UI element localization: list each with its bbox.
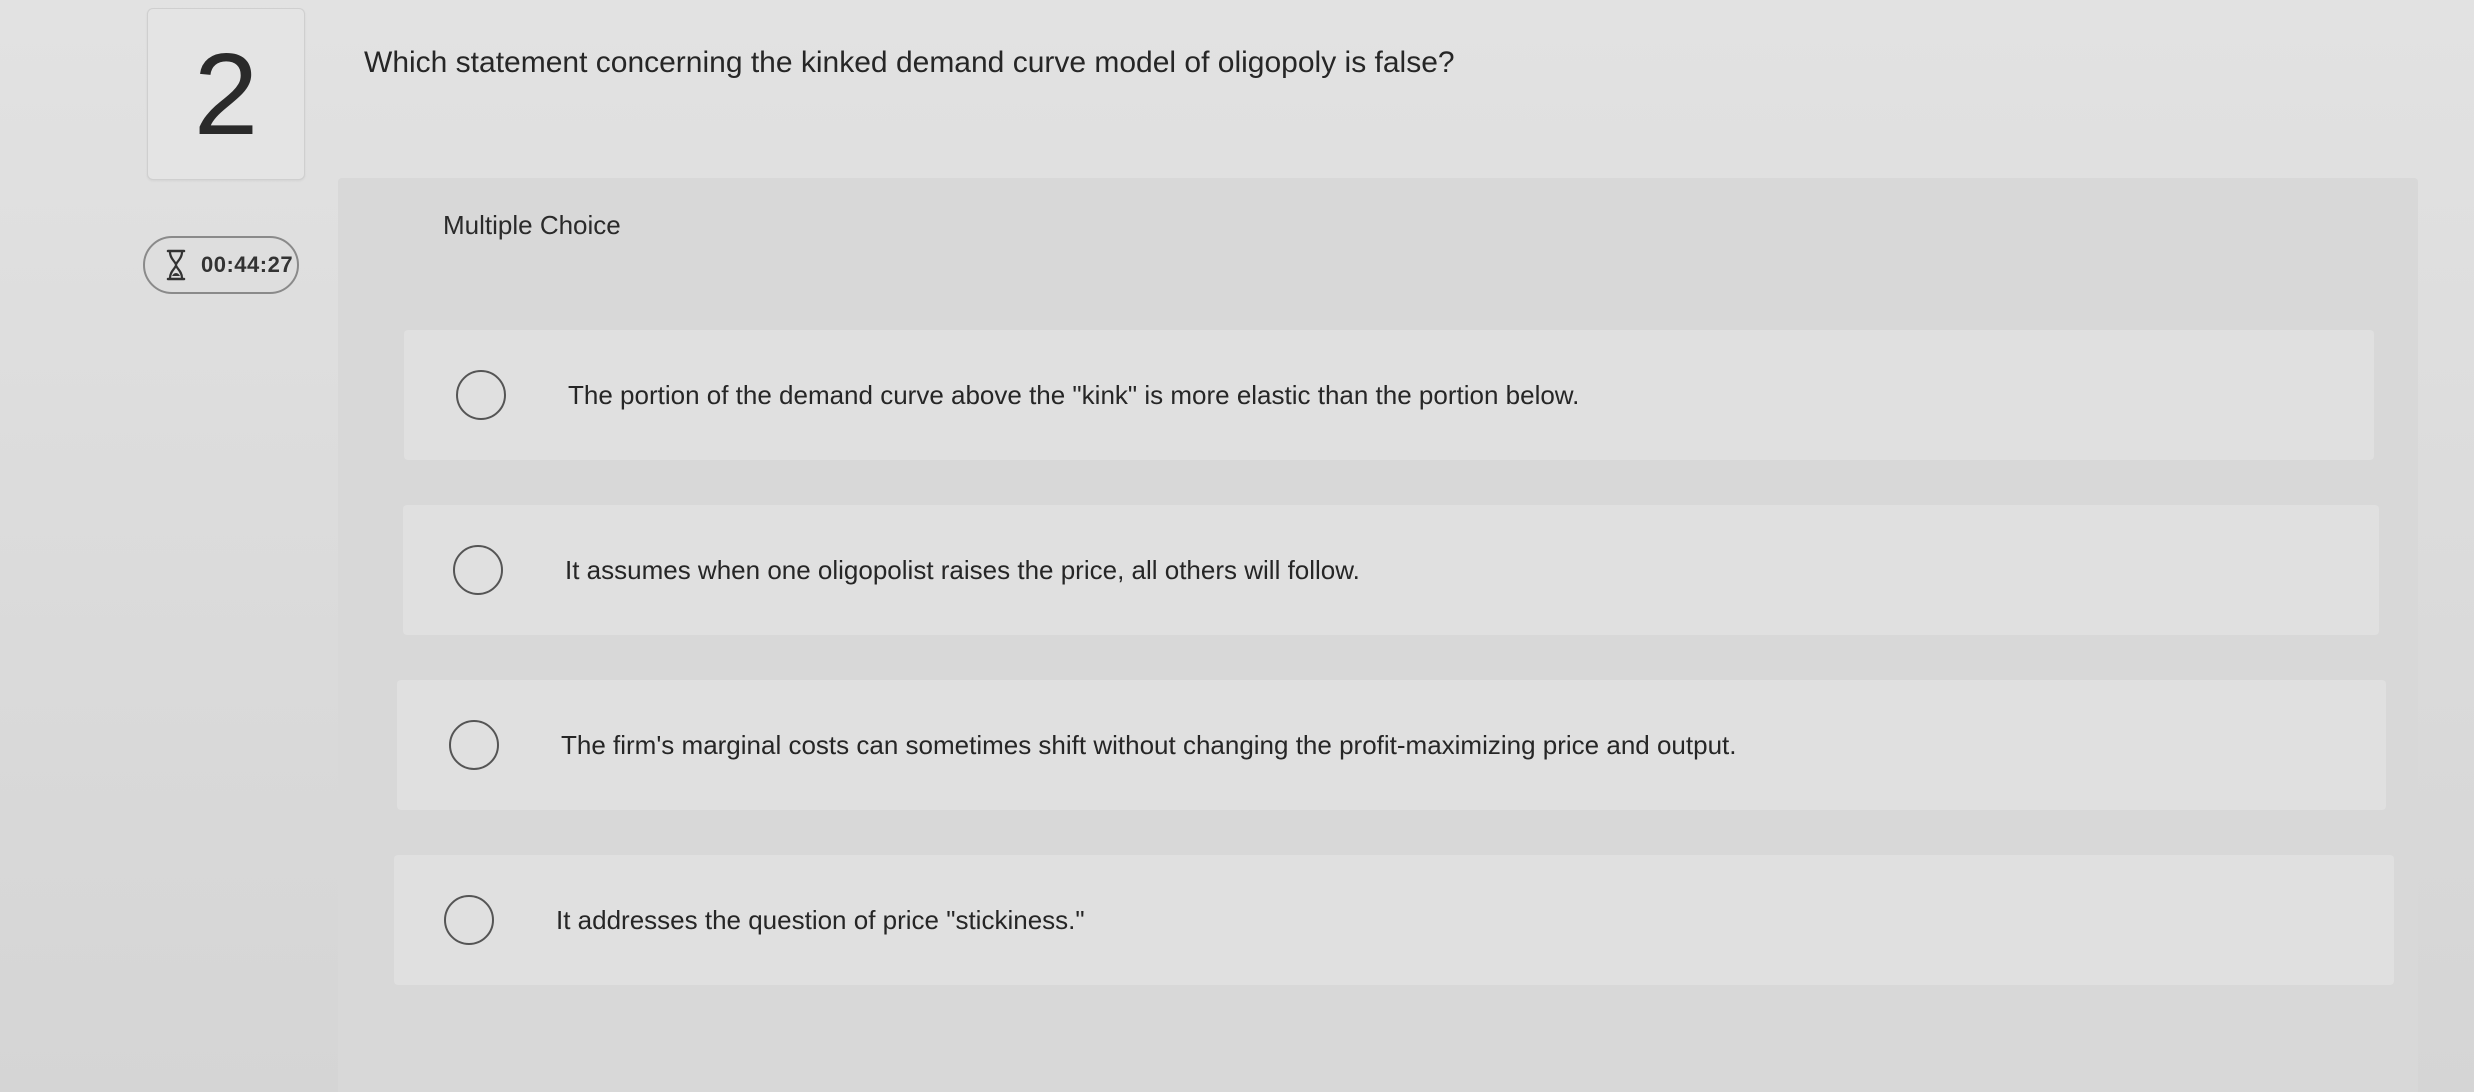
option-2-radio[interactable] [453,545,503,595]
hourglass-icon [166,249,186,281]
timer-value: 00:44:27 [201,252,294,277]
option-4-label[interactable]: It addresses the question of price "stic… [556,905,1085,936]
option-1-radio[interactable] [456,370,506,420]
option-3[interactable]: The firm's marginal costs can sometimes … [397,680,2386,810]
option-4[interactable]: It addresses the question of price "stic… [394,855,2394,985]
option-4-radio[interactable] [444,895,494,945]
option-3-radio[interactable] [449,720,499,770]
question-type-label: Multiple Choice [443,210,621,240]
timer[interactable]: 00:44:27 [143,236,299,294]
option-2-label[interactable]: It assumes when one oligopolist raises t… [565,555,1360,586]
question-prompt: Which statement concerning the kinked de… [364,46,1455,79]
option-1-label[interactable]: The portion of the demand curve above th… [568,380,1579,411]
option-2[interactable]: It assumes when one oligopolist raises t… [403,505,2379,635]
option-3-label[interactable]: The firm's marginal costs can sometimes … [561,730,1736,761]
option-1[interactable]: The portion of the demand curve above th… [404,330,2374,460]
question-number: 2 [147,8,305,180]
